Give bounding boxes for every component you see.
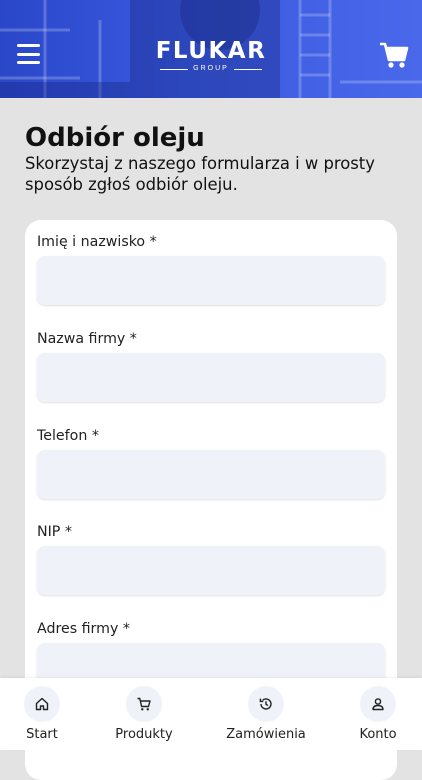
nav-label-start: Start xyxy=(26,727,58,742)
nav-item-zamowienia[interactable]: Zamówienia xyxy=(221,678,311,750)
nav-item-start[interactable]: Start xyxy=(0,678,87,750)
logo-wordmark: FLUKAR xyxy=(155,38,267,64)
history-icon xyxy=(259,698,272,710)
company-name-label: Nazwa firmy * xyxy=(37,331,137,347)
page-description: Skorzystaj z naszego formularza i w pros… xyxy=(25,154,375,194)
logo-subtitle: GROUP xyxy=(193,65,229,72)
nip-label: NIP * xyxy=(37,524,72,540)
nav-label-produkty: Produkty xyxy=(115,727,173,742)
app-header: FLUKAR GROUP xyxy=(0,0,422,98)
nav-item-produkty[interactable]: Produkty xyxy=(99,678,189,750)
full-name-label: Imię i nazwisko * xyxy=(37,234,157,250)
cart-icon[interactable] xyxy=(379,41,409,69)
page-title: Odbiór oleju xyxy=(25,123,205,153)
nav-label-zamowienia: Zamówienia xyxy=(226,727,306,742)
user-icon xyxy=(372,698,384,711)
nav-item-konto[interactable]: Konto xyxy=(333,678,422,750)
nip-input[interactable] xyxy=(37,546,385,595)
cart-icon xyxy=(137,697,151,711)
company-name-input[interactable] xyxy=(37,353,385,402)
bottom-nav: Start Produkty Zamówienia Konto xyxy=(0,678,422,750)
flukar-logo: FLUKAR GROUP xyxy=(0,38,422,73)
phone-input[interactable] xyxy=(37,450,385,499)
phone-label: Telefon * xyxy=(37,428,99,444)
nav-label-konto: Konto xyxy=(359,727,397,742)
full-name-input[interactable] xyxy=(37,256,385,305)
home-icon xyxy=(35,697,49,711)
company-address-label: Adres firmy * xyxy=(37,621,130,637)
